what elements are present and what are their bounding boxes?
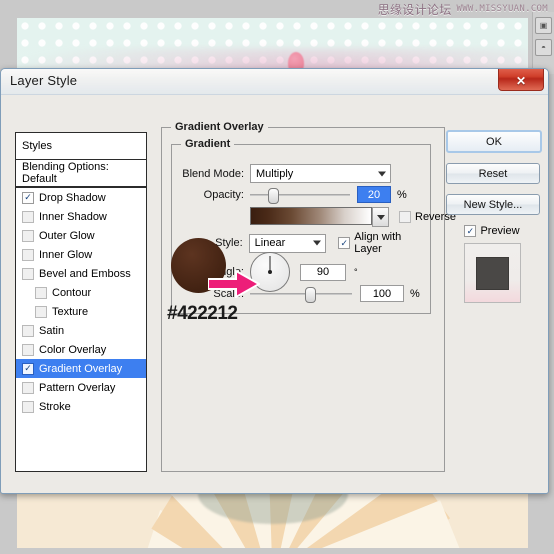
opacity-value: 20	[367, 188, 381, 201]
checkbox-inner-shadow[interactable]	[22, 210, 34, 223]
style-item-stroke[interactable]: Stroke	[16, 397, 146, 416]
opacity-label: Opacity:	[203, 188, 244, 201]
blend-mode-value: Multiply	[256, 167, 294, 180]
scale-slider[interactable]	[250, 286, 352, 303]
angle-value: 90	[316, 266, 330, 278]
checkbox-outer-glow[interactable]	[22, 229, 34, 242]
style-label: Color Overlay	[39, 343, 107, 356]
reset-button[interactable]: Reset	[446, 163, 540, 184]
gradient-overlay-group: Gradient Overlay Gradient Blend Mode: Mu…	[161, 121, 456, 472]
watermark: 思缘设计论坛 WWW.MISSYUAN.COM	[378, 1, 548, 17]
photoshop-panel-strip[interactable]: ▣ ◓	[532, 12, 554, 74]
image-panel-icon[interactable]: ▣	[535, 17, 552, 34]
watermark-cn-text: 思缘设计论坛	[377, 2, 452, 17]
style-item-pattern-overlay[interactable]: Pattern Overlay	[16, 378, 146, 397]
style-item-texture[interactable]: Texture	[16, 302, 146, 321]
layer-style-dialog: Layer Style ✕ Styles Blending Options: D…	[0, 68, 549, 494]
style-label: Outer Glow	[39, 229, 95, 242]
gradient-subgroup-title: Gradient	[181, 138, 235, 150]
opacity-unit: %	[397, 188, 407, 201]
styles-list-panel[interactable]: Styles Blending Options: Default Drop Sh…	[15, 132, 147, 472]
preview-thumbnail	[463, 243, 521, 303]
checkbox-drop-shadow[interactable]	[22, 191, 34, 204]
style-item-color-overlay[interactable]: Color Overlay	[16, 340, 146, 359]
style-item-bevel-and-emboss[interactable]: Bevel and Emboss	[16, 264, 146, 283]
checkbox-contour[interactable]	[35, 286, 47, 299]
checkbox-gradient-overlay[interactable]	[22, 362, 34, 375]
angle-input[interactable]: 90	[300, 263, 346, 281]
styles-header-label: Styles	[22, 140, 52, 152]
style-item-satin[interactable]: Satin	[16, 321, 146, 340]
chevron-down-icon	[313, 240, 322, 246]
gradient-overlay-title: Gradient Overlay	[171, 121, 268, 133]
annotation-hex-label: #422212	[167, 303, 238, 324]
checkbox-pattern-overlay[interactable]	[22, 381, 34, 394]
opacity-slider-track	[250, 193, 350, 196]
opacity-slider[interactable]	[250, 187, 350, 204]
close-icon[interactable]: ✕	[498, 69, 544, 91]
adjustment-panel-icon[interactable]: ◓	[535, 39, 552, 56]
preview-checkbox-row[interactable]: Preview	[446, 225, 538, 237]
style-item-outer-glow[interactable]: Outer Glow	[16, 226, 146, 245]
checkbox-reverse[interactable]	[399, 211, 411, 223]
gradient-preset-chevron-icon[interactable]	[372, 207, 389, 227]
angle-dial-hub	[268, 270, 272, 274]
dialog-body: Styles Blending Options: Default Drop Sh…	[1, 94, 548, 493]
checkbox-inner-glow[interactable]	[22, 248, 34, 261]
style-label: Gradient Overlay	[39, 362, 123, 375]
checkbox-satin[interactable]	[22, 324, 34, 337]
blend-mode-select[interactable]: Multiply	[250, 164, 391, 183]
angle-unit: °	[354, 267, 358, 277]
preview-label: Preview	[480, 225, 520, 237]
style-label: Bevel and Emboss	[39, 267, 131, 280]
dialog-titlebar[interactable]: Layer Style ✕	[1, 69, 548, 95]
style-item-drop-shadow[interactable]: Drop Shadow	[16, 188, 146, 207]
style-label: Pattern Overlay	[39, 381, 116, 394]
styles-header[interactable]: Styles	[16, 133, 146, 160]
checkbox-preview[interactable]	[464, 225, 477, 237]
checkbox-bevel-and-emboss[interactable]	[22, 267, 34, 280]
style-item-inner-glow[interactable]: Inner Glow	[16, 245, 146, 264]
gradient-picker[interactable]	[250, 207, 389, 227]
canvas-sunburst-pattern	[17, 490, 528, 548]
dialog-title: Layer Style	[10, 73, 78, 88]
blending-options-label: Blending Options: Default	[22, 161, 109, 185]
opacity-input[interactable]: 20	[357, 186, 391, 203]
gradient-style-select[interactable]: Linear	[248, 233, 327, 253]
style-item-contour[interactable]: Contour	[16, 283, 146, 302]
style-label: Stroke	[39, 400, 71, 413]
gradient-style-value: Linear	[254, 237, 286, 249]
opacity-slider-knob[interactable]	[268, 187, 279, 204]
style-label: Texture	[52, 305, 89, 318]
new-style-button[interactable]: New Style...	[446, 194, 540, 215]
style-label: Inner Shadow	[39, 210, 107, 223]
checkbox-align-with-layer[interactable]	[338, 237, 351, 249]
scale-slider-track	[250, 292, 352, 295]
blending-options-row[interactable]: Blending Options: Default	[16, 160, 146, 188]
preview-thumbnail-swatch	[475, 256, 509, 290]
scale-slider-knob[interactable]	[305, 286, 316, 303]
chevron-down-icon	[378, 171, 386, 176]
style-item-gradient-overlay[interactable]: Gradient Overlay	[16, 359, 146, 378]
checkbox-stroke[interactable]	[22, 400, 34, 413]
watermark-url-text: WWW.MISSYUAN.COM	[456, 4, 548, 14]
style-item-inner-shadow[interactable]: Inner Shadow	[16, 207, 146, 226]
scale-unit: %	[410, 287, 420, 300]
style-label: Inner Glow	[39, 248, 93, 261]
checkbox-color-overlay[interactable]	[22, 343, 34, 356]
ok-button[interactable]: OK	[446, 130, 542, 153]
style-label: Contour	[52, 286, 92, 299]
gradient-swatch-preview[interactable]	[250, 207, 372, 225]
style-label: Satin	[39, 324, 65, 337]
scale-input[interactable]: 100	[360, 285, 404, 302]
annotation-arrow-icon	[208, 270, 260, 298]
blend-mode-label: Blend Mode:	[182, 167, 244, 180]
scale-value: 100	[372, 287, 392, 300]
align-with-layer-label: Align with Layer	[354, 231, 402, 255]
dialog-button-column: OK Reset New Style... Preview	[446, 130, 542, 303]
checkbox-texture[interactable]	[35, 305, 47, 318]
style-label: Drop Shadow	[39, 191, 106, 204]
